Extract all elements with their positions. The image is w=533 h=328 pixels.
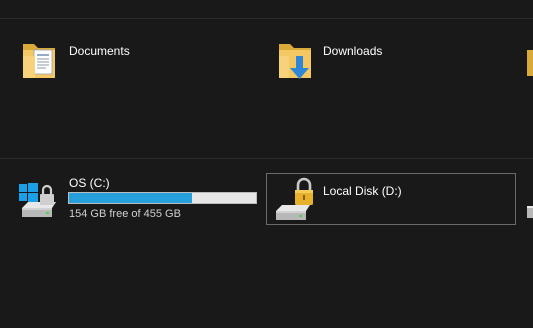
folder-documents-label: Documents xyxy=(69,44,130,58)
downloads-folder-icon xyxy=(276,38,318,87)
folder-icon xyxy=(527,44,533,78)
file-explorer-view: Documents Downloads OS (C:) 154 GB free … xyxy=(0,0,533,328)
drive-partial[interactable] xyxy=(526,202,533,220)
windows-drive-icon xyxy=(16,174,64,225)
folder-documents[interactable]: Documents xyxy=(20,36,250,84)
drive-c-usage-fill xyxy=(69,193,193,203)
drive-c-free-space: 154 GB free of 455 GB xyxy=(69,208,181,220)
folder-partial[interactable] xyxy=(527,44,533,78)
drive-c-usage-bar xyxy=(68,192,257,204)
drive-c-label: OS (C:) xyxy=(69,176,110,190)
folder-downloads[interactable]: Downloads xyxy=(276,36,506,84)
drive-icon xyxy=(526,202,533,220)
section-divider xyxy=(0,158,533,159)
folder-downloads-label: Downloads xyxy=(323,44,383,58)
drive-d-label: Local Disk (D:) xyxy=(323,184,402,198)
drive-d[interactable]: Local Disk (D:) xyxy=(266,173,516,225)
locked-drive-icon xyxy=(272,175,320,228)
documents-folder-icon xyxy=(20,38,60,87)
drive-c[interactable]: OS (C:) 154 GB free of 455 GB xyxy=(16,170,260,222)
top-divider xyxy=(0,18,533,19)
